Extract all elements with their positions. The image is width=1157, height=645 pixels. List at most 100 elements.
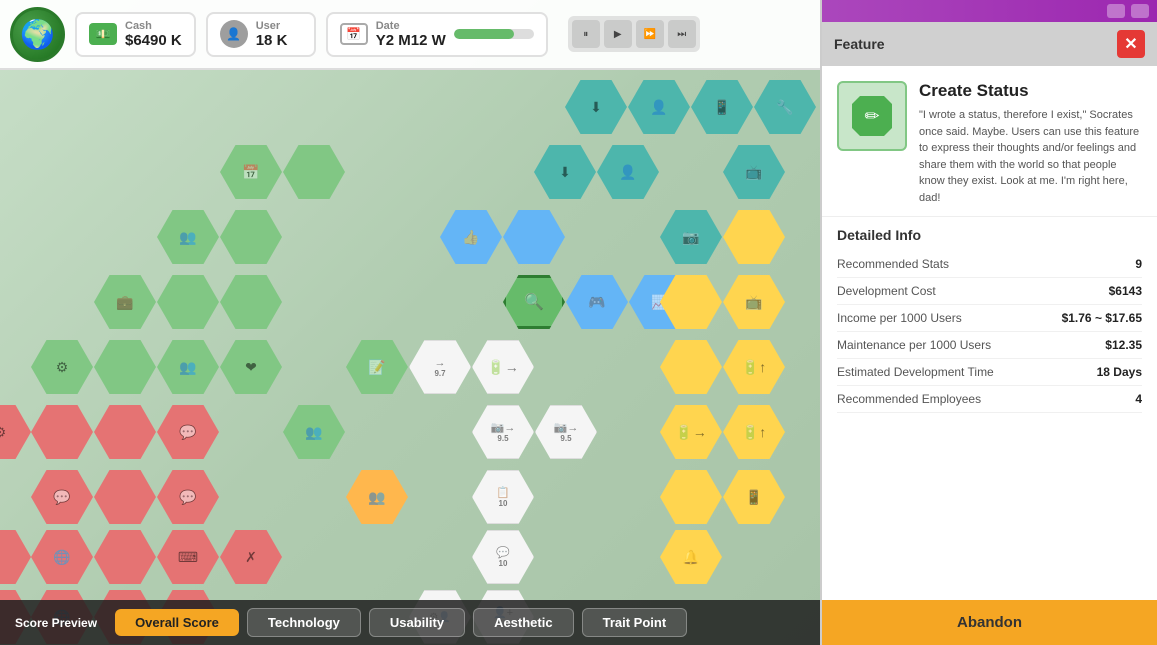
fastest-button[interactable]: ⏭ [668,20,696,48]
hex-grid: ⬇ 👤 📱 🔧 📅 ⬇ 👤 📺 👥 👍 📷 💼 🔍 🎮 📈 📺 ⚙ 👥 [0,75,820,645]
tab-aesthetic[interactable]: Aesthetic [473,608,574,637]
hex-cell[interactable]: 👥 [283,405,345,459]
strip-icon [1107,4,1125,18]
play-button[interactable]: ▶ [604,20,632,48]
hex-node[interactable]: 📷→ 9.5 [535,405,597,459]
feature-header: ✏ Create Status "I wrote a status, there… [822,66,1157,217]
hex-cell[interactable]: 📱 [691,80,753,134]
hex-cell[interactable] [157,275,219,329]
maintenance-label: Maintenance per 1000 Users [837,338,991,352]
dev-cost-value: $6143 [1109,284,1142,298]
hex-cell[interactable] [94,530,156,584]
hex-cell[interactable]: 🌐 [31,530,93,584]
detailed-info-title: Detailed Info [837,227,1142,243]
hex-cell[interactable]: 📺 [723,145,785,199]
info-row-est-dev-time: Estimated Development Time 18 Days [837,359,1142,386]
game-board: 🌍 💵 Cash $6490 K 👤 User 18 K 📅 Date Y2 M… [0,0,820,645]
hex-cell[interactable] [283,145,345,199]
hex-cell[interactable] [503,210,565,264]
feature-content: ✏ Create Status "I wrote a status, there… [822,66,1157,645]
hex-cell[interactable] [220,210,282,264]
hex-cell[interactable]: 👥 [346,470,408,524]
hex-cell[interactable] [31,405,93,459]
cash-value: $6490 K [125,32,182,49]
rec-employees-label: Recommended Employees [837,392,981,406]
hex-cell[interactable]: ⬇ [565,80,627,134]
hex-cell[interactable] [220,275,282,329]
hex-cell[interactable] [94,340,156,394]
hex-cell[interactable]: 📺 [723,275,785,329]
hex-cell[interactable]: 👍 [440,210,502,264]
hex-cell[interactable]: 🔋→ [660,405,722,459]
hex-cell[interactable] [660,470,722,524]
globe-icon: 🌍 [10,7,65,62]
hex-cell[interactable] [0,530,31,584]
panel-title: Feature [834,36,885,52]
hex-cell[interactable] [660,340,722,394]
close-button[interactable]: ✕ [1117,30,1145,58]
hex-cell[interactable] [94,405,156,459]
hex-cell[interactable]: 👤 [597,145,659,199]
selected-hex[interactable]: 🔍 [503,275,565,329]
hex-node[interactable]: 💬 10 [472,530,534,584]
hex-cell[interactable]: 📷 [660,210,722,264]
hex-cell[interactable]: ⚙ [31,340,93,394]
hex-cell[interactable]: 💬 [31,470,93,524]
income-label: Income per 1000 Users [837,311,962,325]
right-panel: Feature ✕ ✏ Create Status "I wrote a sta… [820,0,1157,645]
feature-description: "I wrote a status, therefore I exist," S… [919,107,1142,206]
strip-icon [1131,4,1149,18]
hex-cell[interactable] [94,470,156,524]
hex-node[interactable]: 📷→ 9.5 [472,405,534,459]
hex-cell[interactable]: 👤 [628,80,690,134]
hex-cell[interactable]: 💼 [94,275,156,329]
date-progress [454,29,534,39]
hex-node[interactable]: 🔋→ [472,340,534,394]
hex-cell[interactable]: 💬 [157,405,219,459]
hex-cell[interactable]: 👥 [157,340,219,394]
user-icon: 👤 [220,20,248,48]
hex-cell[interactable]: 🎮 [566,275,628,329]
date-value: Y2 M12 W [376,32,446,49]
hex-cell[interactable]: 🔧 [754,80,816,134]
hex-node[interactable]: 📋 10 [472,470,534,524]
info-row-income: Income per 1000 Users $1.76 ~ $17.65 [837,305,1142,332]
date-card: 📅 Date Y2 M12 W [326,12,548,57]
hex-cell[interactable]: 📝 [346,340,408,394]
hex-cell[interactable]: ⬇ [534,145,596,199]
hex-cell[interactable]: ❤ [220,340,282,394]
hex-cell[interactable]: ⌨ [157,530,219,584]
recommended-stats-value: 9 [1135,257,1142,271]
hex-node[interactable]: → 9.7 [409,340,471,394]
info-row-maintenance: Maintenance per 1000 Users $12.35 [837,332,1142,359]
hex-cell[interactable]: ⚙ [0,405,31,459]
tab-usability[interactable]: Usability [369,608,465,637]
hex-cell[interactable] [723,210,785,264]
hex-cell[interactable]: 🔋↑ [723,405,785,459]
score-preview-bar: Score Preview Overall Score Technology U… [0,600,820,645]
hex-cell[interactable]: 🔔 [660,530,722,584]
feature-icon-inner: ✏ [852,96,892,136]
est-dev-time-label: Estimated Development Time [837,365,994,379]
hex-cell[interactable]: 👥 [157,210,219,264]
abandon-button[interactable]: Abandon [822,600,1157,645]
user-card: 👤 User 18 K [206,12,316,57]
info-row-dev-cost: Development Cost $6143 [837,278,1142,305]
tab-trait-point[interactable]: Trait Point [582,608,688,637]
fast-button[interactable]: ⏩ [636,20,664,48]
cash-card: 💵 Cash $6490 K [75,12,196,57]
hex-cell[interactable]: 🔋↑ [723,340,785,394]
hex-cell[interactable]: 💬 [157,470,219,524]
hex-cell[interactable]: 📱 [723,470,785,524]
tab-technology[interactable]: Technology [247,608,361,637]
income-value: $1.76 ~ $17.65 [1062,311,1142,325]
pause-button[interactable]: ⏸ [572,20,600,48]
transport-controls: ⏸ ▶ ⏩ ⏭ [568,16,700,52]
hex-cell[interactable]: ✗ [220,530,282,584]
cash-icon: 💵 [89,23,117,45]
tab-overall-score[interactable]: Overall Score [115,609,239,636]
detailed-info: Detailed Info Recommended Stats 9 Develo… [822,217,1157,423]
user-label: User [256,20,288,32]
feature-title-section: Create Status "I wrote a status, therefo… [919,81,1142,206]
hex-cell[interactable]: 📅 [220,145,282,199]
